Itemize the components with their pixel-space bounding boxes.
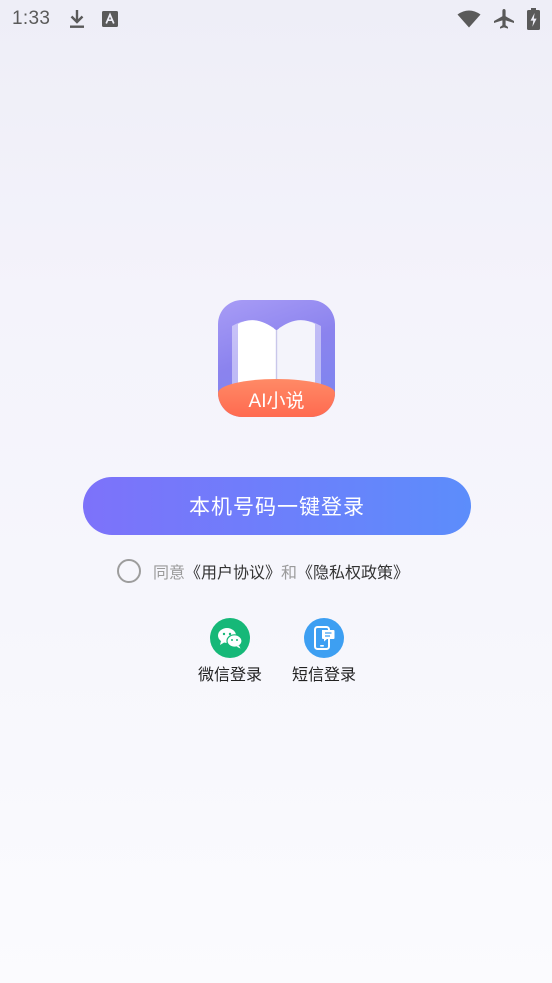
logo-text: AI小说 (248, 390, 305, 412)
wechat-login-button[interactable] (210, 618, 250, 658)
battery-charging-icon (527, 8, 540, 30)
other-login-methods: 微信登录 短信登录 (0, 618, 552, 688)
wechat-icon (218, 628, 243, 649)
wifi-icon (457, 10, 481, 28)
one-click-login-label: 本机号码一键登录 (189, 495, 365, 519)
sms-login-button[interactable] (304, 618, 344, 658)
status-time: 1:33 (12, 8, 51, 29)
sms-login-label: 短信登录 (291, 665, 356, 684)
agree-checkbox[interactable] (117, 559, 141, 583)
agreement-row: 同意 《用户协议》 和 《隐私权政策》 (117, 557, 409, 585)
agreement-prefix: 同意 (153, 563, 186, 582)
sms-phone-icon (314, 626, 335, 650)
sms-login-option[interactable]: 短信登录 (284, 618, 364, 685)
user-agreement-link[interactable]: 《用户协议》 (185, 559, 281, 583)
app-logo: AI小说 (218, 300, 335, 417)
privacy-policy-link[interactable]: 《隐私权政策》 (297, 559, 409, 583)
logo-banner: AI小说 (218, 379, 335, 417)
agreement-conjunction: 和 (281, 563, 298, 582)
wechat-login-option[interactable]: 微信登录 (190, 618, 270, 685)
one-click-login-button[interactable]: 本机号码一键登录 (83, 477, 471, 535)
download-icon (68, 9, 86, 29)
airplane-mode-icon (493, 8, 515, 30)
status-bar: 1:33 (0, 0, 552, 38)
wechat-login-label: 微信登录 (197, 665, 262, 684)
translate-icon (102, 11, 119, 27)
